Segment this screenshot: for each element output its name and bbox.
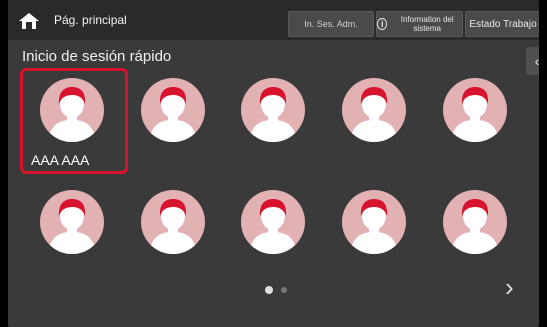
system-info-label: Information del sistema xyxy=(400,15,454,33)
user-avatar-icon xyxy=(141,78,205,142)
page-title: Pág. principal xyxy=(54,13,127,27)
page-dot-active xyxy=(265,286,273,294)
user-avatar-icon xyxy=(342,190,406,254)
user-avatar-button[interactable] xyxy=(241,190,305,254)
top-bar: Pág. principal In. Ses. Adm. i Informati… xyxy=(8,0,539,40)
user-avatar-button[interactable] xyxy=(443,190,507,254)
user-avatar-button[interactable] xyxy=(443,78,507,142)
user-avatar-icon xyxy=(40,78,104,142)
user-avatar-button[interactable] xyxy=(342,190,406,254)
user-avatar-button[interactable] xyxy=(241,78,305,142)
user-avatar-icon xyxy=(241,190,305,254)
user-avatar-icon xyxy=(40,190,104,254)
quick-login-screen: Pág. principal In. Ses. Adm. i Informati… xyxy=(8,0,539,327)
next-page-icon[interactable]: › xyxy=(505,272,514,303)
user-avatar-icon xyxy=(241,78,305,142)
user-avatar-button[interactable] xyxy=(40,78,104,142)
user-avatar-button[interactable] xyxy=(342,78,406,142)
user-label: AAA AAA xyxy=(31,152,90,168)
admin-login-button[interactable]: In. Ses. Adm. xyxy=(288,11,374,37)
job-status-button[interactable]: Estado Trabajo xyxy=(465,11,539,37)
system-info-button[interactable]: i Information del sistema xyxy=(376,11,463,37)
info-icon: i xyxy=(377,18,388,30)
user-avatar-icon xyxy=(443,190,507,254)
page-dot xyxy=(281,287,287,293)
user-avatar-icon xyxy=(443,78,507,142)
collapse-panel-icon[interactable]: ‹ xyxy=(526,47,539,75)
pagination-dots xyxy=(265,281,295,299)
user-avatar-icon xyxy=(141,190,205,254)
home-icon[interactable] xyxy=(18,12,40,30)
user-avatar-icon xyxy=(342,78,406,142)
section-title: Inicio de sesión rápido xyxy=(22,48,172,65)
user-avatar-button[interactable] xyxy=(40,190,104,254)
user-avatar-button[interactable] xyxy=(141,190,205,254)
user-avatar-button[interactable] xyxy=(141,78,205,142)
